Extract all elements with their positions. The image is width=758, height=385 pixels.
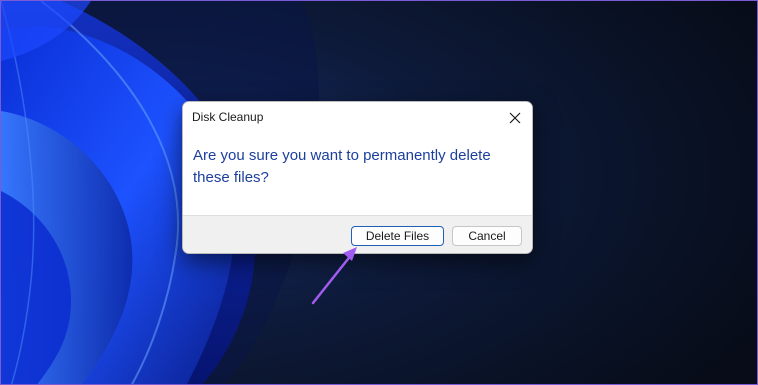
close-icon <box>509 112 521 123</box>
disk-cleanup-dialog: Disk Cleanup Are you sure you want to pe… <box>182 101 533 254</box>
confirmation-message: Are you sure you want to permanently del… <box>193 147 491 186</box>
dialog-footer: Delete Files Cancel <box>183 215 532 253</box>
cancel-button[interactable]: Cancel <box>452 226 522 246</box>
delete-files-button[interactable]: Delete Files <box>351 226 444 246</box>
dialog-content: Are you sure you want to permanently del… <box>183 133 532 215</box>
dialog-title: Disk Cleanup <box>192 110 264 124</box>
dialog-titlebar: Disk Cleanup <box>183 102 532 133</box>
close-button[interactable] <box>498 102 532 133</box>
